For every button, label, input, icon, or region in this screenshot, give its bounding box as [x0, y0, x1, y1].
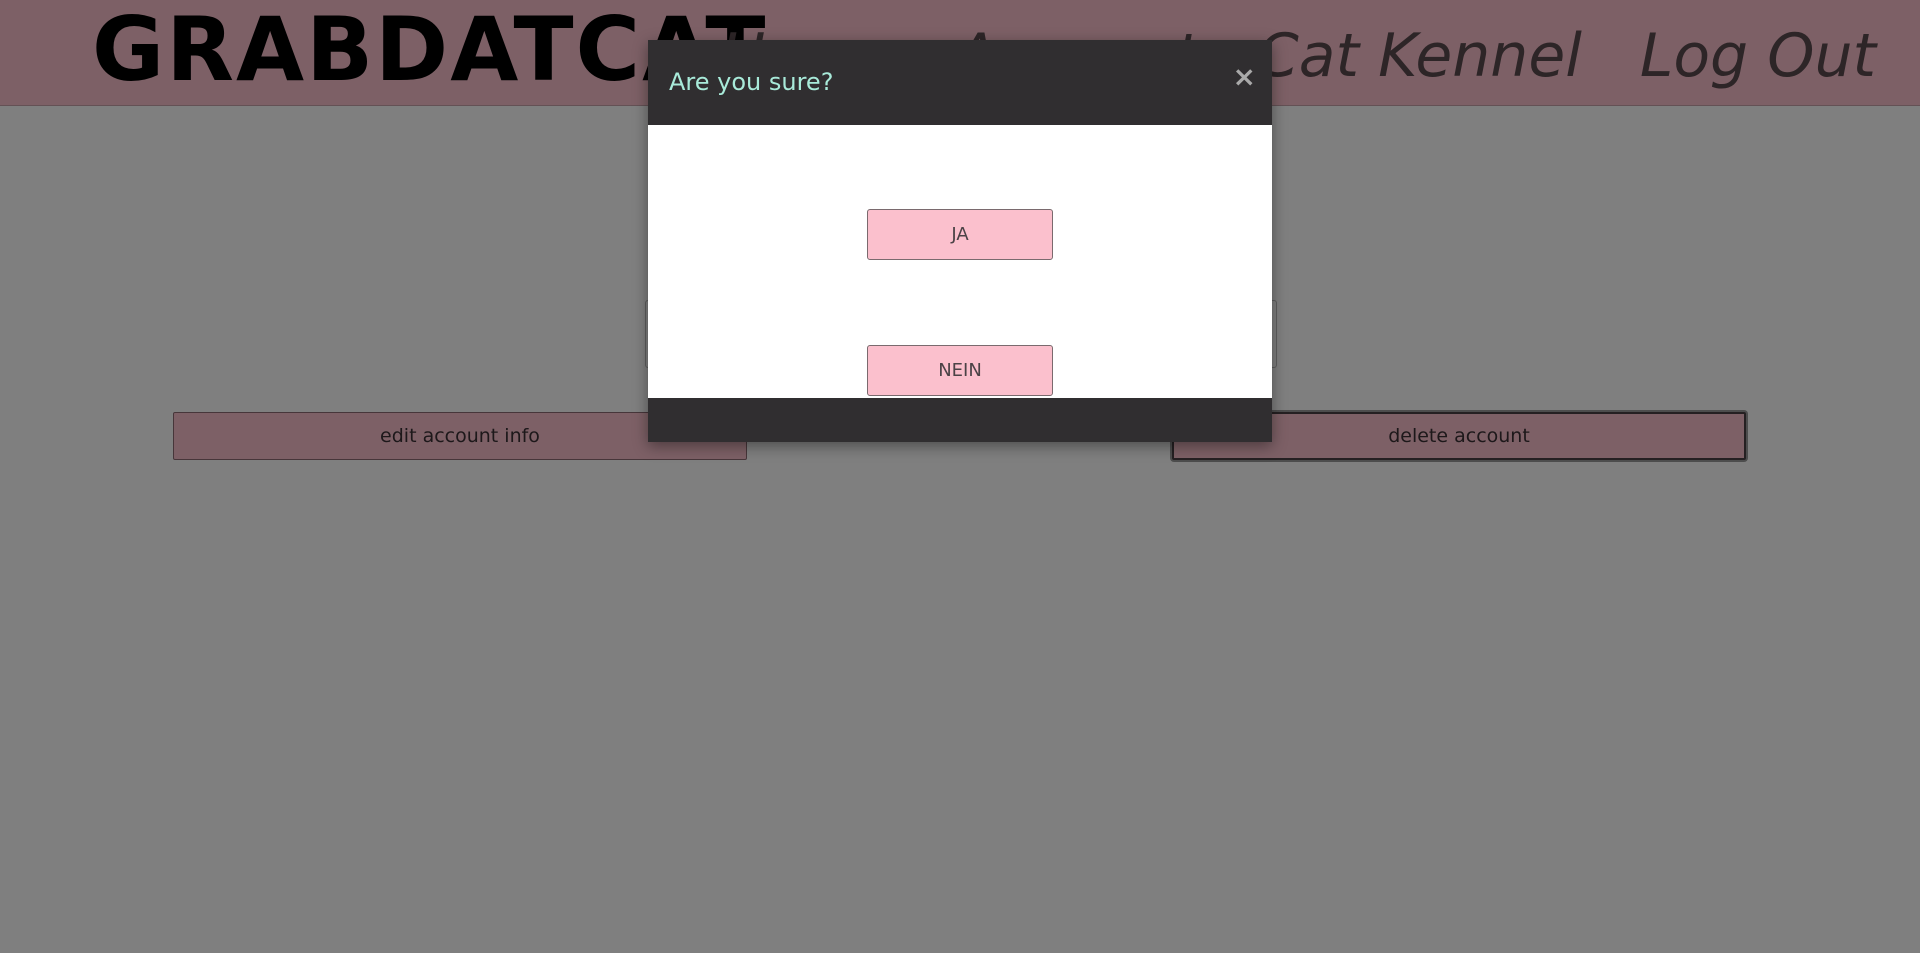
dialog-title: Are you sure?	[669, 68, 834, 96]
confirm-yes-button[interactable]: JA	[867, 209, 1053, 260]
dialog-header: Are you sure? ×	[648, 40, 1272, 125]
confirm-dialog: Are you sure? × JA NEIN	[648, 40, 1272, 442]
dialog-footer	[648, 398, 1272, 442]
close-icon[interactable]: ×	[1233, 62, 1256, 92]
confirm-no-button[interactable]: NEIN	[867, 345, 1053, 396]
dialog-body: JA NEIN	[648, 125, 1272, 398]
